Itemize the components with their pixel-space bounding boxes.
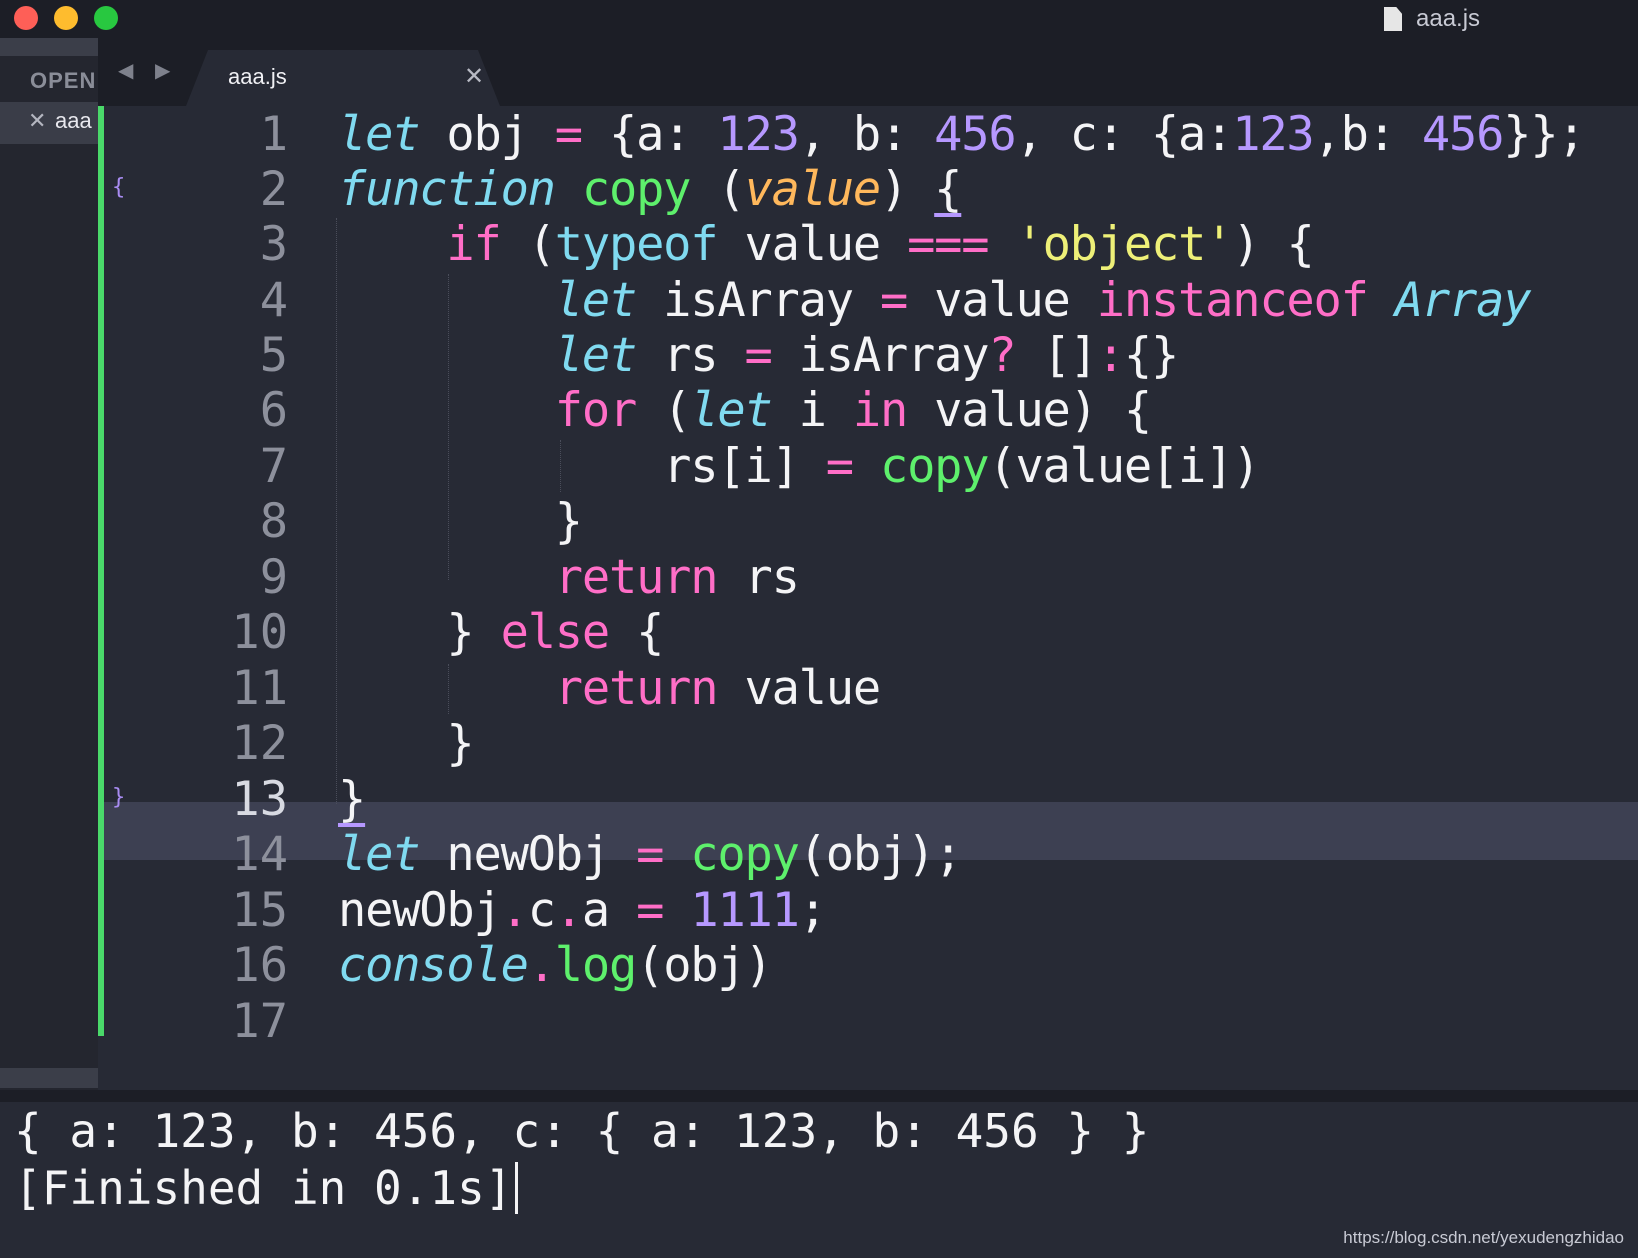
code-text: for (let i in value) {	[554, 383, 1152, 438]
code-line[interactable]: 15 newObj.c.a = 1111;	[98, 882, 1638, 940]
code-line[interactable]: 3 if (typeof value === 'object') {	[98, 216, 1638, 274]
line-number: 6	[259, 383, 288, 438]
code-text: }	[338, 494, 583, 549]
line-number: 2	[259, 162, 288, 217]
file-icon	[1384, 7, 1402, 31]
close-file-icon[interactable]: ✕	[28, 108, 46, 134]
title-bar: aaa.js	[0, 0, 1638, 38]
tab-label: aaa.js	[228, 64, 287, 89]
code-text: console.log(obj)	[338, 938, 773, 993]
line-number: 8	[259, 494, 288, 549]
open-file-name: aaa	[55, 108, 92, 133]
window-title: aaa.js	[1384, 4, 1480, 34]
window-title-text: aaa.js	[1416, 5, 1481, 32]
line-number: 14	[231, 827, 288, 882]
code-text: }	[338, 772, 366, 827]
code-line[interactable]: 10 } else {	[98, 604, 1638, 662]
code-text: let rs = isArray? []:{}	[554, 328, 1179, 383]
watermark: https://blog.csdn.net/yexudengzhidao	[1343, 1228, 1624, 1247]
code-text: let isArray = value instanceof Array	[554, 273, 1532, 328]
output-finished-text: [Finished in 0.1s]	[14, 1161, 513, 1215]
code-line[interactable]: 4 let isArray = value instanceof Array	[98, 272, 1638, 330]
code-line[interactable]: 12 }	[98, 715, 1638, 773]
code-text: let obj = {a: 123, b: 456, c: {a:123,b: …	[338, 107, 1586, 162]
code-text: newObj.c.a = 1111;	[338, 883, 827, 938]
code-text: return value	[554, 661, 881, 716]
code-line[interactable]: 5 let rs = isArray? []:{}	[98, 327, 1638, 385]
code-line[interactable]: 9 return rs	[98, 549, 1638, 607]
tab-close-icon[interactable]: ✕	[464, 62, 484, 91]
line-number: 10	[231, 605, 288, 660]
code-text: }	[338, 716, 474, 771]
line-number: 1	[259, 107, 288, 162]
line-number: 9	[259, 550, 288, 605]
code-line[interactable]: 16 console.log(obj)	[98, 937, 1638, 995]
code-line[interactable]: { 2 function copy (value) {	[98, 161, 1638, 219]
line-number: 7	[259, 439, 288, 494]
open-file-item[interactable]: ✕ aaa	[0, 102, 98, 144]
code-line[interactable]: 1 let obj = {a: 123, b: 456, c: {a:123,b…	[98, 106, 1638, 164]
line-number: 15	[231, 883, 288, 938]
code-line[interactable]: 17	[98, 993, 1638, 1051]
line-number: 3	[259, 217, 288, 272]
code-line[interactable]: 11 return value	[98, 660, 1638, 718]
code-line[interactable]: 14 let newObj = copy(obj);	[98, 826, 1638, 884]
close-window-button[interactable]	[14, 6, 38, 30]
sidebar-top-strip	[0, 38, 98, 56]
line-number: 17	[231, 994, 288, 1049]
code-text: function copy (value) {	[338, 162, 962, 217]
line-number: 16	[231, 938, 288, 993]
code-line[interactable]: 8 }	[98, 493, 1638, 551]
code-text: rs[i] = copy(value[i])	[338, 439, 1260, 494]
code-text: return rs	[554, 550, 800, 605]
open-files-header: OPEN	[30, 68, 97, 93]
line-number: 13	[231, 772, 288, 827]
code-line[interactable]: 6 for (let i in value) {	[98, 382, 1638, 440]
sidebar: OPEN ✕ aaa	[0, 38, 98, 1090]
zoom-window-button[interactable]	[94, 6, 118, 30]
line-number: 5	[259, 328, 288, 383]
output-line-finished: [Finished in 0.1s]	[14, 1162, 518, 1214]
panel-divider[interactable]	[0, 1090, 1638, 1102]
minimize-window-button[interactable]	[54, 6, 78, 30]
code-text: let newObj = copy(obj);	[338, 827, 962, 882]
sidebar-scrollbar[interactable]	[0, 1068, 98, 1088]
code-line[interactable]: 7 rs[i] = copy(value[i])	[98, 438, 1638, 496]
line-number: 4	[259, 273, 288, 328]
code-text: if (typeof value === 'object') {	[446, 217, 1314, 272]
build-output-panel[interactable]: { a: 123, b: 456, c: { a: 123, b: 456 } …	[0, 1102, 1638, 1258]
output-line: { a: 123, b: 456, c: { a: 123, b: 456 } …	[14, 1104, 1150, 1158]
code-text: } else {	[338, 605, 664, 660]
tab-nav-arrows-icon[interactable]: ◀ ▶	[118, 58, 178, 83]
code-line-current[interactable]: } 13 }	[98, 771, 1638, 829]
line-number: 11	[231, 661, 288, 716]
code-editor[interactable]: 1 let obj = {a: 123, b: 456, c: {a:123,b…	[98, 106, 1638, 1090]
line-number: 12	[231, 716, 288, 771]
text-cursor	[514, 1162, 518, 1214]
tab-bar: ◀ ▶ aaa.js ✕	[98, 38, 1638, 106]
